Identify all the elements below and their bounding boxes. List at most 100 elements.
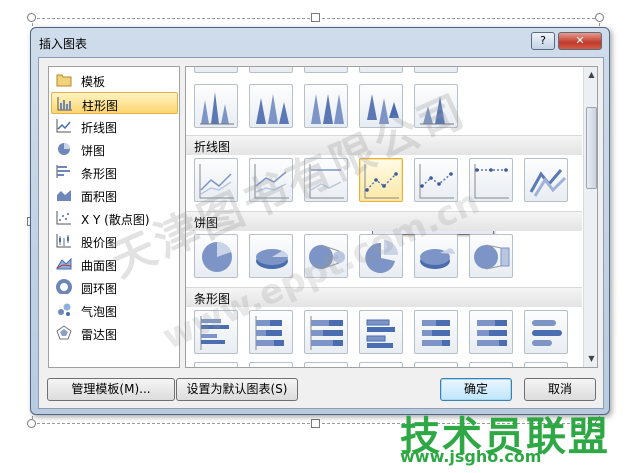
section-header-bar: 条形图 bbox=[186, 287, 582, 307]
stacked-bar-chart-icon bbox=[255, 316, 284, 350]
chart-subtype-exploded-3d-pie[interactable] bbox=[414, 234, 458, 278]
bar-chart-icon bbox=[56, 165, 70, 178]
section-title: 饼图 bbox=[194, 216, 219, 230]
percent-bar-chart-icon bbox=[310, 316, 343, 350]
scrollbar-thumb[interactable] bbox=[586, 107, 597, 189]
chart-subtype-column-partial[interactable] bbox=[359, 67, 403, 73]
category-item-line[interactable]: 折线图 bbox=[51, 115, 178, 137]
category-label: 饼图 bbox=[81, 144, 106, 158]
category-label: 雷达图 bbox=[81, 328, 118, 342]
category-item-bubble[interactable]: 气泡图 bbox=[51, 299, 178, 321]
chart-subtype-percent-line-markers[interactable] bbox=[469, 158, 513, 202]
chart-subtype-3d-pyramid[interactable] bbox=[414, 84, 458, 128]
brand-watermark-url: www.jsgho.com bbox=[400, 447, 542, 466]
category-label: 股价图 bbox=[81, 236, 118, 250]
chart-subtype-pie-of-pie[interactable] bbox=[304, 234, 348, 278]
resize-handle-bottom[interactable] bbox=[311, 419, 320, 428]
chart-subtype-3d-cone[interactable] bbox=[359, 84, 403, 128]
cylinder-bar-chart-icon bbox=[532, 320, 562, 346]
chart-subtype-column-partial[interactable] bbox=[304, 67, 348, 73]
resize-handle-bottom-right[interactable] bbox=[595, 419, 604, 428]
category-item-stock[interactable]: 股价图 bbox=[51, 230, 178, 252]
chart-subtype-bar-of-pie[interactable] bbox=[469, 234, 513, 278]
chart-subtype-column-partial[interactable] bbox=[194, 67, 238, 73]
chart-subtype-line-with-markers[interactable] bbox=[359, 158, 403, 202]
pyramid-chart-icon bbox=[420, 96, 454, 125]
chart-subtype-bar-partial[interactable] bbox=[194, 362, 238, 367]
surface-chart-icon bbox=[56, 257, 72, 270]
category-item-area[interactable]: 面积图 bbox=[51, 184, 178, 206]
chart-subtype-stacked-bar[interactable] bbox=[249, 310, 293, 354]
chart-subtype-stacked-cone[interactable] bbox=[249, 84, 293, 128]
clustered-bar-chart-icon bbox=[200, 316, 229, 350]
chart-subtype-column-partial[interactable] bbox=[414, 67, 458, 73]
chart-subtype-3d-percent-bar[interactable] bbox=[469, 310, 513, 354]
area-chart-icon bbox=[57, 190, 71, 201]
chart-subtype-bar-partial[interactable] bbox=[469, 362, 513, 367]
scroll-down-arrow-icon[interactable]: ▼ bbox=[586, 353, 597, 364]
chart-subtype-3d-pie[interactable] bbox=[249, 234, 293, 278]
chart-subtype-percent-line[interactable] bbox=[304, 158, 348, 202]
chart-subtype-stacked-line[interactable] bbox=[249, 158, 293, 202]
category-item-bar[interactable]: 条形图 bbox=[51, 161, 178, 183]
ok-button[interactable]: 确定 bbox=[440, 378, 512, 401]
doughnut-chart-icon bbox=[56, 279, 72, 294]
category-item-scatter[interactable]: X Y (散点图) bbox=[51, 207, 178, 229]
help-button[interactable]: ? bbox=[531, 32, 555, 50]
resize-handle-top[interactable] bbox=[311, 13, 320, 22]
stock-chart-icon bbox=[56, 234, 71, 248]
chart-subtype-percent-bar[interactable] bbox=[304, 310, 348, 354]
chart-subtype-bar-partial[interactable] bbox=[414, 362, 458, 367]
category-label: 面积图 bbox=[81, 190, 118, 204]
manage-templates-button[interactable]: 管理模板(M)... bbox=[47, 378, 175, 401]
category-item-radar[interactable]: 雷达图 bbox=[51, 322, 178, 344]
category-label: 条形图 bbox=[81, 167, 118, 181]
category-item-surface[interactable]: 曲面图 bbox=[51, 253, 178, 275]
category-item-column[interactable]: 柱形图 bbox=[51, 92, 178, 114]
dialog-title: 插入图表 bbox=[39, 37, 88, 51]
section-header-line: 折线图 bbox=[186, 135, 582, 155]
chart-subtype-pie[interactable] bbox=[194, 234, 238, 278]
resize-handle-top-right[interactable] bbox=[595, 13, 604, 22]
scroll-up-arrow-icon[interactable]: ▲ bbox=[586, 69, 597, 80]
category-label: 圆环图 bbox=[81, 282, 118, 296]
cancel-button[interactable]: 取消 bbox=[524, 378, 596, 401]
category-item-templates[interactable]: 模板 bbox=[51, 69, 178, 91]
scatter-chart-icon bbox=[56, 211, 71, 225]
pie-chart-icon bbox=[202, 242, 232, 272]
category-item-doughnut[interactable]: 圆环图 bbox=[51, 276, 178, 298]
chart-subtype-bar-partial[interactable] bbox=[359, 362, 403, 367]
close-button[interactable]: ✕ bbox=[558, 32, 602, 50]
chart-subtype-gallery[interactable]: 折线图 带数据标记的折线图 bbox=[185, 66, 598, 368]
chart-subtype-cylinder-bar[interactable] bbox=[524, 310, 568, 354]
chart-category-list[interactable]: 模板 柱形图 折线图 饼图 条形图 面积图 X Y (散点图) 股价图 曲面图 … bbox=[48, 66, 180, 368]
title-bar[interactable]: 插入图表 ? ✕ bbox=[31, 28, 609, 56]
pie-chart-icon bbox=[58, 143, 70, 155]
pie-of-pie-chart-icon bbox=[309, 244, 345, 270]
chart-subtype-line[interactable] bbox=[194, 158, 238, 202]
column-chart-icon bbox=[57, 97, 72, 111]
chart-subtype-bar-partial[interactable] bbox=[249, 362, 293, 367]
chart-subtype-3d-stacked-bar[interactable] bbox=[414, 310, 458, 354]
chart-subtype-stacked-line-markers[interactable] bbox=[414, 158, 458, 202]
chart-subtype-3d-line[interactable] bbox=[524, 158, 568, 202]
resize-handle-top-left[interactable] bbox=[27, 13, 36, 22]
chart-subtype-clustered-bar[interactable] bbox=[194, 310, 238, 354]
percent-line-chart-icon bbox=[309, 164, 344, 199]
stacked-line-chart-icon bbox=[254, 164, 289, 199]
line-markers-chart-icon bbox=[364, 164, 399, 199]
chart-subtype-column-partial[interactable] bbox=[249, 67, 293, 73]
chart-subtype-bar-partial[interactable] bbox=[524, 362, 568, 367]
chart-subtype-exploded-pie[interactable] bbox=[359, 234, 403, 278]
chart-subtype-cone-column[interactable] bbox=[194, 84, 238, 128]
gallery-scrollbar[interactable]: ▲ ▼ bbox=[583, 67, 597, 367]
resize-handle-bottom-left[interactable] bbox=[27, 419, 36, 428]
set-default-chart-button[interactable]: 设置为默认图表(S) bbox=[176, 378, 298, 401]
chart-subtype-percent-cone[interactable] bbox=[304, 84, 348, 128]
category-item-pie[interactable]: 饼图 bbox=[51, 138, 178, 160]
chart-subtype-3d-clustered-bar[interactable] bbox=[359, 310, 403, 354]
category-label: 气泡图 bbox=[81, 305, 118, 319]
section-title: 折线图 bbox=[194, 140, 231, 154]
chart-subtype-bar-partial[interactable] bbox=[304, 362, 348, 367]
percent-cone-chart-icon bbox=[311, 94, 344, 124]
